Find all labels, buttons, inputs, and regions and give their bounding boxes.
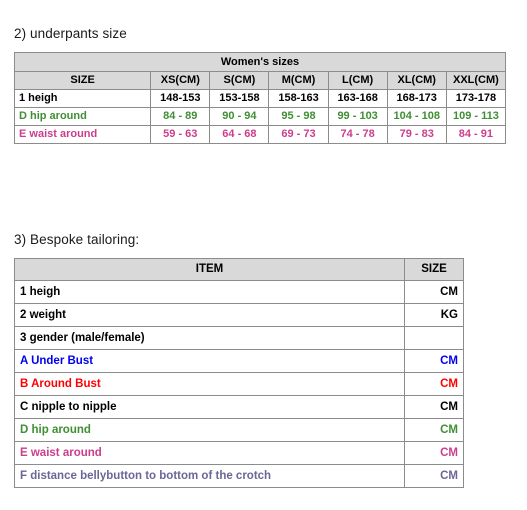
cell-heigh-l: 163-168 <box>327 89 388 108</box>
row-item-nipple-to-nipple: C nipple to nipple <box>14 395 405 419</box>
bespoke-table-head: ITEM SIZE <box>14 258 464 281</box>
table-row: E waist around 59 - 63 64 - 68 69 - 73 7… <box>13 125 507 144</box>
table-row: D hip around CM <box>14 418 464 442</box>
table-row: 1 heigh CM <box>14 280 464 304</box>
table-row: 3 gender (male/female) <box>14 326 464 350</box>
cell-heigh-m: 158-163 <box>268 89 329 108</box>
womens-sizes-table-head: Women's sizes SIZE XS(CM) S(CM) M(CM) L(… <box>13 52 507 90</box>
column-header-l: L(CM) <box>327 71 388 90</box>
table-row: D hip around 84 - 89 90 - 94 95 - 98 99 … <box>13 107 507 126</box>
table-row: E waist around CM <box>14 441 464 465</box>
row-label-heigh: 1 heigh <box>13 89 152 108</box>
table-title-row: Women's sizes <box>14 52 506 72</box>
row-unit-heigh: CM <box>404 280 464 304</box>
column-header-size: SIZE <box>404 258 464 281</box>
row-item-waist-around: E waist around <box>14 441 405 465</box>
table-row: C nipple to nipple CM <box>14 395 464 419</box>
row-unit-around-bust: CM <box>404 372 464 396</box>
cell-hip-xl: 104 - 108 <box>386 107 447 126</box>
cell-waist-xl: 79 - 83 <box>386 125 447 144</box>
row-item-hip-around: D hip around <box>14 418 405 442</box>
row-item-weight: 2 weight <box>14 303 405 327</box>
table-row: A Under Bust CM <box>14 349 464 373</box>
column-header-xl: XL(CM) <box>386 71 447 90</box>
cell-hip-l: 99 - 103 <box>327 107 388 126</box>
section-heading-bespoke: 3) Bespoke tailoring: <box>14 232 140 247</box>
womens-sizes-table-body: 1 heigh 148-153 153-158 158-163 163-168 … <box>13 89 507 144</box>
row-unit-gender <box>404 326 464 350</box>
row-item-gender: 3 gender (male/female) <box>14 326 405 350</box>
table-row: F distance bellybutton to bottom of the … <box>14 464 464 488</box>
cell-waist-l: 74 - 78 <box>327 125 388 144</box>
column-header-xxl: XXL(CM) <box>445 71 507 90</box>
column-header-item: ITEM <box>14 258 405 281</box>
cell-hip-m: 95 - 98 <box>268 107 329 126</box>
cell-heigh-s: 153-158 <box>209 89 270 108</box>
cell-waist-m: 69 - 73 <box>268 125 329 144</box>
section-heading-underpants: 2) underpants size <box>14 26 127 41</box>
cell-hip-s: 90 - 94 <box>209 107 270 126</box>
column-header-m: M(CM) <box>268 71 329 90</box>
bespoke-tailoring-table: ITEM SIZE 1 heigh CM 2 weight KG 3 gende… <box>14 258 464 488</box>
womens-sizes-title: Women's sizes <box>14 52 506 72</box>
column-header-xs: XS(CM) <box>150 71 211 90</box>
row-label-waist-around: E waist around <box>13 125 152 144</box>
cell-waist-xxl: 84 - 91 <box>445 125 507 144</box>
table-row: 2 weight KG <box>14 303 464 327</box>
row-item-under-bust: A Under Bust <box>14 349 405 373</box>
cell-heigh-xxl: 173-178 <box>445 89 507 108</box>
row-unit-under-bust: CM <box>404 349 464 373</box>
row-item-heigh: 1 heigh <box>14 280 405 304</box>
column-header-size: SIZE <box>13 71 152 90</box>
row-unit-hip-around: CM <box>404 418 464 442</box>
row-unit-nipple-to-nipple: CM <box>404 395 464 419</box>
table-header-row: ITEM SIZE <box>14 258 464 281</box>
bespoke-table-body: 1 heigh CM 2 weight KG 3 gender (male/fe… <box>14 280 464 488</box>
cell-waist-s: 64 - 68 <box>209 125 270 144</box>
cell-heigh-xs: 148-153 <box>150 89 211 108</box>
row-item-around-bust: B Around Bust <box>14 372 405 396</box>
row-unit-bellybutton-to-crotch: CM <box>404 464 464 488</box>
column-header-s: S(CM) <box>209 71 270 90</box>
womens-sizes-table: Women's sizes SIZE XS(CM) S(CM) M(CM) L(… <box>13 52 507 144</box>
cell-heigh-xl: 168-173 <box>386 89 447 108</box>
row-item-bellybutton-to-crotch: F distance bellybutton to bottom of the … <box>14 464 405 488</box>
cell-hip-xxl: 109 - 113 <box>445 107 507 126</box>
table-header-row: SIZE XS(CM) S(CM) M(CM) L(CM) XL(CM) XXL… <box>13 71 507 90</box>
table-row: 1 heigh 148-153 153-158 158-163 163-168 … <box>13 89 507 108</box>
row-unit-waist-around: CM <box>404 441 464 465</box>
cell-waist-xs: 59 - 63 <box>150 125 211 144</box>
row-unit-weight: KG <box>404 303 464 327</box>
table-row: B Around Bust CM <box>14 372 464 396</box>
size-chart-page: 2) underpants size Women's sizes SIZE XS… <box>0 0 527 510</box>
row-label-hip-around: D hip around <box>13 107 152 126</box>
cell-hip-xs: 84 - 89 <box>150 107 211 126</box>
